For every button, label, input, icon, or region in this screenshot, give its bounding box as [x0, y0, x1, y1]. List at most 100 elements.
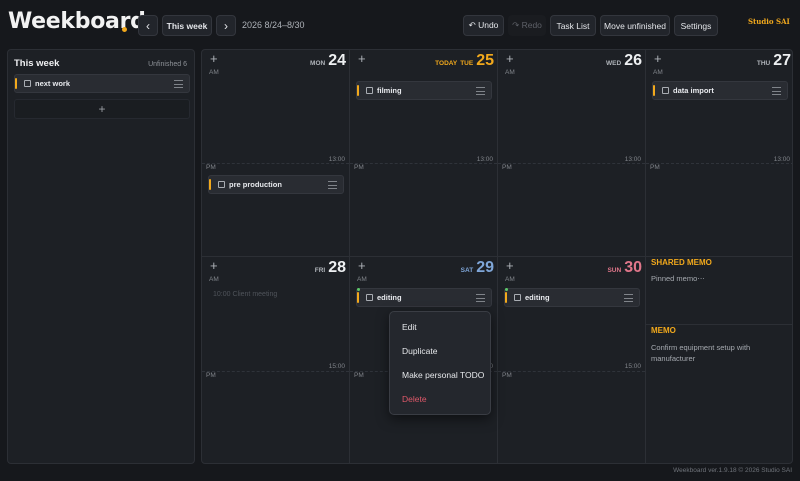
task-label: pre production	[229, 180, 282, 189]
task-label: next work	[35, 79, 71, 88]
personal-memo[interactable]: MEMO Confirm equipment setup with manufa…	[646, 325, 792, 463]
time-label: 13:00	[624, 156, 641, 163]
add-event-button[interactable]: +	[506, 51, 514, 66]
prev-week-button[interactable]: ‹	[138, 15, 158, 36]
drag-handle-icon[interactable]	[174, 80, 183, 88]
pm-label: PM	[502, 372, 512, 379]
logo-dot	[122, 27, 127, 32]
am-label: AM	[505, 276, 515, 283]
add-task-button[interactable]: +	[14, 99, 190, 119]
pm-label: PM	[650, 164, 660, 171]
unfinished-count: Unfinished 6	[148, 61, 187, 68]
this-week-panel: This week Unfinished 6 next work +	[7, 49, 195, 464]
noon-divider	[350, 163, 497, 164]
shared-memo[interactable]: SHARED MEMO Pinned memo⋯	[646, 257, 792, 325]
task-item[interactable]: editing	[356, 288, 492, 307]
day-of-week: SAT	[460, 267, 474, 274]
day-cell-wed[interactable]: + AM WED 26 13:00 PM	[498, 50, 646, 257]
drag-handle-icon[interactable]	[476, 87, 485, 95]
event-label: Client meeting	[232, 291, 278, 298]
task-item[interactable]: pre production	[208, 175, 344, 194]
drag-handle-icon[interactable]	[328, 181, 337, 189]
task-color-bar	[209, 179, 211, 190]
add-event-button[interactable]: +	[358, 51, 366, 66]
drag-handle-icon[interactable]	[476, 294, 485, 302]
task-context-menu: Edit Duplicate Make personal TODO Delete	[389, 311, 491, 415]
noon-divider	[498, 163, 645, 164]
am-label: AM	[209, 276, 219, 283]
day-cell-fri[interactable]: + AM FRI 28 10:00 Client meeting 15:00 P…	[202, 257, 350, 463]
add-event-button[interactable]: +	[210, 51, 218, 66]
day-of-week: FRI	[314, 267, 326, 274]
shared-memo-body: Pinned memo⋯	[651, 274, 705, 283]
task-checkbox[interactable]	[366, 87, 373, 94]
time-label: 13:00	[773, 156, 790, 163]
pm-label: PM	[502, 164, 512, 171]
day-cell-tue[interactable]: + TODAY TUE 25 filming 13:00 PM	[350, 50, 498, 257]
today-label: TODAY	[435, 60, 458, 67]
task-label: data import	[673, 86, 714, 95]
event-item[interactable]: 10:00 Client meeting	[213, 291, 277, 298]
day-cell-sun[interactable]: + AM SUN 30 editing 15:00 PM	[498, 257, 646, 463]
task-checkbox[interactable]	[366, 294, 373, 301]
day-number: 24	[328, 52, 346, 69]
time-label: 13:00	[476, 156, 493, 163]
task-checkbox[interactable]	[514, 294, 521, 301]
task-label: filming	[377, 86, 402, 95]
menu-item-edit[interactable]: Edit	[402, 322, 417, 332]
day-of-week: WED	[606, 60, 622, 67]
next-week-button[interactable]: ›	[216, 15, 236, 36]
day-number: 26	[624, 52, 642, 69]
event-time: 10:00	[213, 291, 231, 298]
redo-button[interactable]: ↷ Redo	[508, 15, 546, 36]
settings-button[interactable]: Settings	[674, 15, 718, 36]
day-of-week: TUE	[460, 60, 474, 67]
task-checkbox[interactable]	[24, 80, 31, 87]
menu-item-delete[interactable]: Delete	[402, 394, 427, 404]
day-header: MON 24	[310, 52, 346, 70]
menu-item-personal-todo[interactable]: Make personal TODO	[402, 370, 484, 380]
task-item[interactable]: editing	[504, 288, 640, 307]
day-header: FRI 28	[315, 259, 346, 277]
add-event-button[interactable]: +	[506, 258, 514, 273]
panel-title: This week	[14, 58, 60, 69]
this-week-button[interactable]: This week	[162, 15, 212, 36]
day-header: THU 27	[757, 52, 791, 70]
pm-label: PM	[354, 372, 364, 379]
shared-memo-title: SHARED MEMO	[651, 258, 712, 267]
task-item[interactable]: filming	[356, 81, 492, 100]
undo-button[interactable]: ↶ Undo	[463, 15, 504, 36]
day-cell-thu[interactable]: + AM THU 27 data import 13:00 PM	[646, 50, 792, 257]
add-event-button[interactable]: +	[358, 258, 366, 273]
menu-item-duplicate[interactable]: Duplicate	[402, 346, 437, 356]
task-list-button[interactable]: Task List	[550, 15, 596, 36]
task-label: editing	[525, 293, 550, 302]
move-unfinished-button[interactable]: Move unfinished	[600, 15, 670, 36]
day-cell-mon[interactable]: + AM MON 24 13:00 PM pre production	[202, 50, 350, 257]
add-event-button[interactable]: +	[210, 258, 218, 273]
studio-logo: Studio SAI	[748, 11, 794, 31]
day-header: SUN 30	[607, 259, 642, 277]
task-color-bar	[15, 78, 17, 89]
task-color-bar	[357, 292, 359, 303]
drag-handle-icon[interactable]	[772, 87, 781, 95]
studio-logo-text: Studio SAI	[748, 16, 790, 26]
day-header: TODAY TUE 25	[435, 52, 494, 70]
am-label: AM	[653, 69, 663, 76]
status-dot	[505, 288, 508, 291]
task-color-bar	[505, 292, 507, 303]
task-item[interactable]: data import	[652, 81, 788, 100]
task-checkbox[interactable]	[662, 87, 669, 94]
task-checkbox[interactable]	[218, 181, 225, 188]
am-label: AM	[357, 276, 367, 283]
task-color-bar	[653, 85, 655, 96]
memo-title: MEMO	[651, 326, 676, 335]
time-label: 15:00	[328, 363, 345, 370]
pm-label: PM	[206, 372, 216, 379]
day-number: 29	[476, 259, 494, 276]
noon-divider	[498, 371, 645, 372]
task-item[interactable]: next work	[14, 74, 190, 93]
memo-body: Confirm equipment setup with manufacture…	[651, 343, 751, 363]
drag-handle-icon[interactable]	[624, 294, 633, 302]
add-event-button[interactable]: +	[654, 51, 662, 66]
